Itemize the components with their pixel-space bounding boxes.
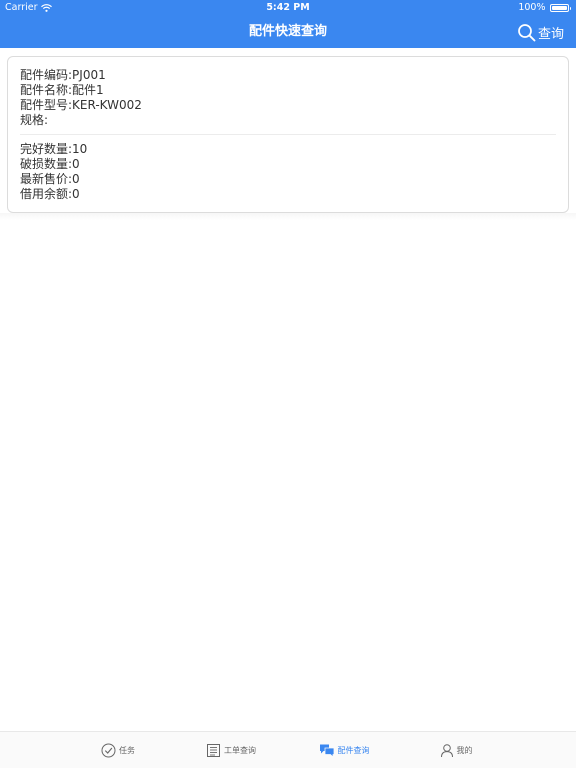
- part-basic-info: 配件编码:PJ001 配件名称:配件1 配件型号:KER-KW002 规格:: [20, 68, 142, 128]
- document-icon: [207, 743, 220, 757]
- search-label: 查询: [537, 26, 564, 42]
- borrow-balance: 借用余额:0: [20, 187, 80, 201]
- part-name: 配件名称:配件1: [20, 83, 104, 97]
- tab-work-orders[interactable]: 工单查询: [175, 732, 287, 768]
- damaged-quantity: 破损数量:0: [20, 157, 80, 171]
- part-spec: 规格:: [20, 113, 49, 127]
- search-icon: [518, 23, 536, 41]
- part-code: 配件编码:PJ001: [20, 68, 106, 82]
- status-time: 5:42 PM: [266, 2, 310, 13]
- tab-label: 任务: [119, 745, 135, 755]
- header: Carrier 5:42 PM 100% 配件快速查询 查询: [0, 0, 576, 48]
- battery-status: 100%: [518, 0, 571, 16]
- nav-bar: 配件快速查询 查询: [0, 16, 576, 48]
- tab-label: 工单查询: [224, 745, 256, 755]
- intact-quantity: 完好数量:10: [20, 142, 88, 156]
- tab-parts-query[interactable]: 配件查询: [288, 732, 400, 768]
- part-model: 配件型号:KER-KW002: [20, 98, 142, 112]
- part-info-card[interactable]: 配件编码:PJ001 配件名称:配件1 配件型号:KER-KW002 规格: 完…: [7, 56, 569, 213]
- tab-profile[interactable]: 我的: [400, 732, 512, 768]
- search-button[interactable]: 查询: [517, 16, 564, 48]
- tab-label: 我的: [456, 745, 473, 755]
- part-stock-info: 完好数量:10 破损数量:0 最新售价:0 借用余额:0: [20, 142, 87, 202]
- tab-bar: 任务 工单查询 配件查询 我的: [0, 731, 576, 768]
- list-shadow: [0, 213, 576, 220]
- battery-icon: [549, 4, 569, 12]
- tab-label: 配件查询: [337, 745, 370, 755]
- status-bar: Carrier 5:42 PM 100%: [0, 0, 576, 16]
- battery-percent: 100%: [518, 2, 546, 13]
- user-icon: [440, 743, 453, 757]
- check-circle-icon: [101, 743, 116, 757]
- page-title: 配件快速查询: [248, 24, 327, 39]
- latest-price: 最新售价:0: [20, 172, 80, 186]
- tab-tasks[interactable]: 任务: [62, 732, 174, 768]
- chat-bubbles-icon: [319, 744, 334, 758]
- card-divider: [20, 134, 556, 135]
